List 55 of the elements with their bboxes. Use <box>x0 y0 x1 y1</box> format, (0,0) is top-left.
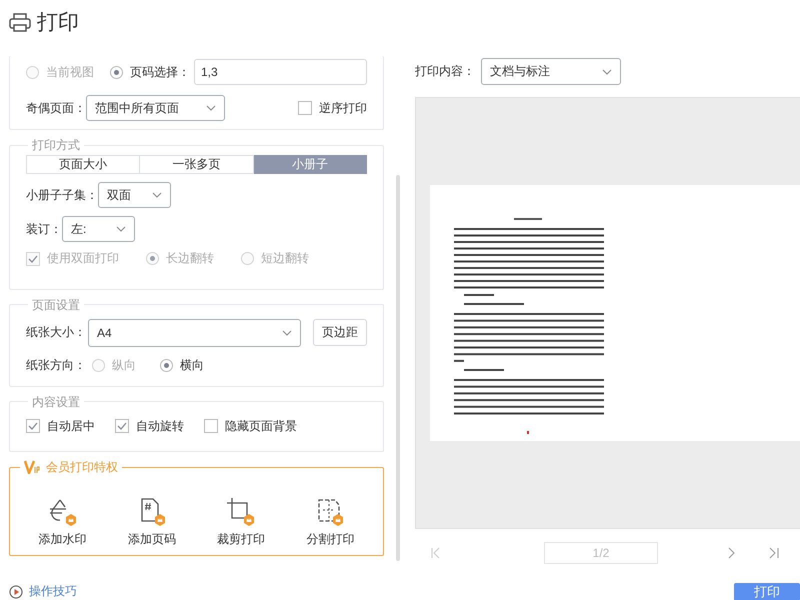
radio-label: 纵向 <box>112 356 136 374</box>
caret-icon <box>206 105 216 111</box>
field-label: 奇偶页面： <box>26 100 86 116</box>
vip-feature-button[interactable]: 分割打印 <box>290 497 370 548</box>
page-range-field[interactable]: 1,3 <box>194 59 367 85</box>
dropdown[interactable]: 文档与标注 <box>481 58 621 85</box>
radio-label: 长边翻转 <box>166 250 214 268</box>
vip-icon <box>24 460 40 474</box>
crop-icon <box>226 497 256 527</box>
dropdown[interactable]: 左: <box>62 216 135 242</box>
field-label: 纸张大小： <box>26 324 86 342</box>
section-title: 打印方式 <box>31 137 81 154</box>
segment-tab[interactable]: 一张多页 <box>140 155 254 174</box>
radio-button[interactable] <box>110 66 123 78</box>
section-title: 内容设置 <box>31 394 81 410</box>
section-title: 会员打印特权 <box>46 459 118 475</box>
checkbox[interactable] <box>204 419 218 434</box>
checkbox-label: 自动居中 <box>47 418 95 435</box>
dropdown[interactable]: A4 <box>88 318 301 347</box>
dropdown[interactable]: 双面 <box>98 182 171 208</box>
vip-feature-button[interactable]: 添加水印 <box>22 497 103 548</box>
dialog-title: 打印 <box>37 10 79 36</box>
field-label: 纸张方向： <box>26 356 86 374</box>
vip-feature-button[interactable]: 添加页码 <box>112 497 192 548</box>
caret-icon <box>282 330 292 336</box>
vip-feature-button[interactable]: 裁剪打印 <box>201 497 282 548</box>
scrollbar[interactable] <box>396 175 400 561</box>
caret-icon <box>602 68 612 74</box>
field-label: 打印内容： <box>415 63 475 80</box>
last-page-icon <box>769 547 779 559</box>
printer-icon <box>9 12 31 32</box>
checkbox-label: 逆序打印 <box>319 100 367 116</box>
next-page-icon <box>728 547 735 559</box>
checkbox[interactable] <box>115 419 129 434</box>
checkbox[interactable] <box>26 419 40 434</box>
caret-icon <box>152 192 162 198</box>
radio-button[interactable] <box>160 358 173 372</box>
radio-label: 页码选择： <box>130 64 190 80</box>
checkbox-label: 使用双面打印 <box>47 250 119 268</box>
radio-label: 横向 <box>180 356 204 374</box>
field-label: 小册子子集： <box>26 186 98 204</box>
first-page-icon <box>431 547 441 559</box>
checkbox[interactable] <box>298 101 312 115</box>
checkbox-label: 隐藏页面背景 <box>225 418 297 435</box>
checkbox-label: 自动旋转 <box>136 418 184 435</box>
dropdown[interactable]: 范围中所有页面 <box>86 95 225 121</box>
radio-label: 当前视图 <box>46 64 94 80</box>
section-title: 页面设置 <box>31 296 81 313</box>
play-circle-icon <box>9 584 23 598</box>
margins-button[interactable]: 页边距 <box>313 319 367 346</box>
tips-link[interactable]: 操作技巧 <box>29 583 77 600</box>
radio-label: 短边翻转 <box>261 250 309 268</box>
segment-tab[interactable]: 页面大小 <box>26 155 140 174</box>
caret-icon <box>116 226 126 232</box>
field-label: 装订： <box>26 220 62 238</box>
